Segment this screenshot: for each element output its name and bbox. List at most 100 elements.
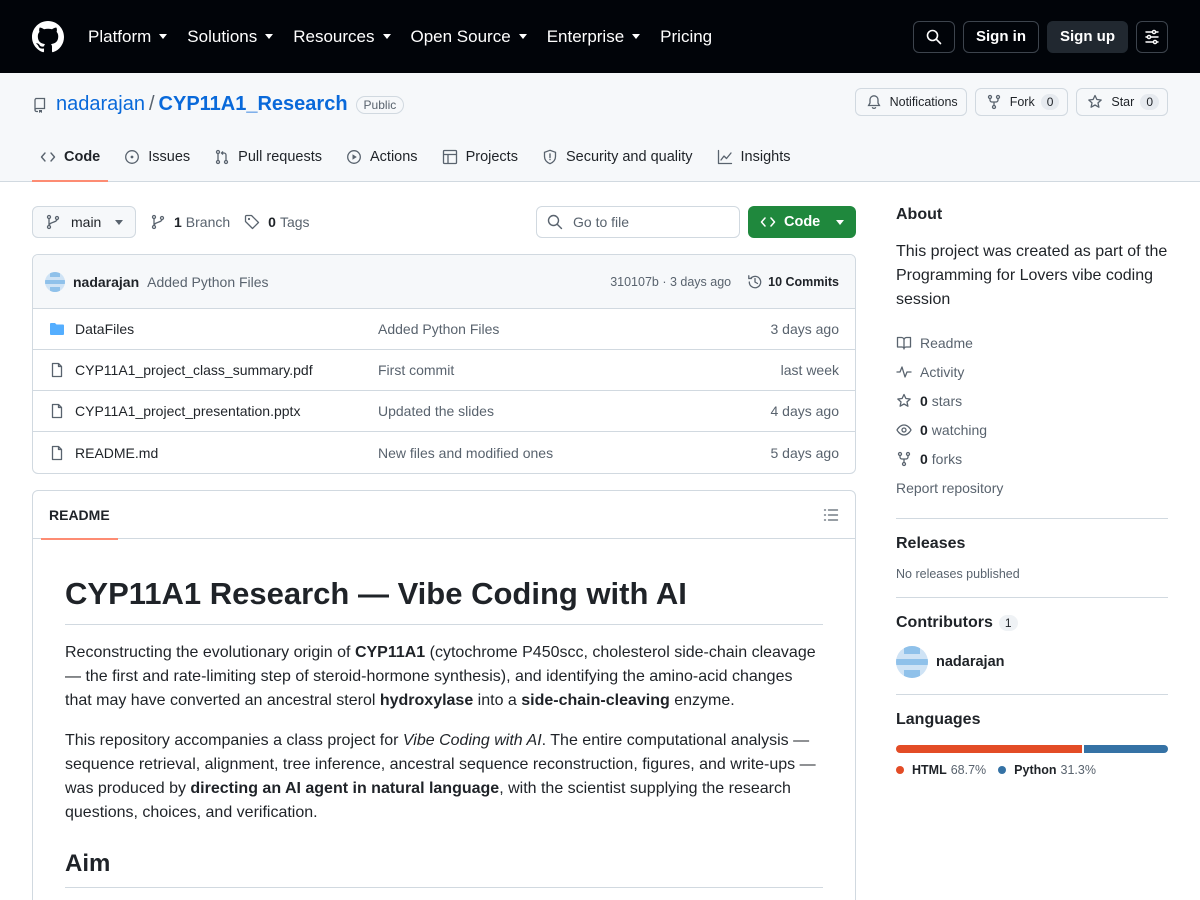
watching-label: watching bbox=[931, 421, 988, 438]
file-commit-message[interactable]: Updated the slides bbox=[378, 403, 494, 419]
commit-author[interactable]: nadarajan bbox=[73, 274, 139, 290]
nav-enterprise[interactable]: Enterprise bbox=[547, 27, 641, 47]
chevron-down-icon bbox=[265, 34, 274, 39]
sign-up-button[interactable]: Sign up bbox=[1047, 20, 1128, 53]
file-row[interactable]: DataFiles Added Python Files 3 days ago bbox=[33, 309, 855, 350]
file-name-cell[interactable]: CYP11A1_project_class_summary.pdf bbox=[49, 362, 378, 378]
file-commit-message[interactable]: First commit bbox=[378, 362, 454, 378]
file-name[interactable]: DataFiles bbox=[75, 321, 134, 337]
tab-issues[interactable]: Issues bbox=[116, 133, 198, 181]
sliders-icon bbox=[1145, 29, 1159, 44]
avatar[interactable] bbox=[45, 271, 65, 292]
releases-title[interactable]: Releases bbox=[896, 535, 1168, 553]
text-run: enzyme. bbox=[669, 691, 735, 709]
contributor-name[interactable]: nadarajan bbox=[936, 654, 1005, 670]
contributors-title[interactable]: Contributors 1 bbox=[896, 614, 1168, 632]
file-name[interactable]: README.md bbox=[75, 445, 158, 461]
tab-insights-label: Insights bbox=[740, 149, 791, 165]
file-commit-message[interactable]: New files and modified ones bbox=[378, 445, 553, 461]
commits-link[interactable]: 10 Commits bbox=[747, 274, 839, 290]
readme-link[interactable]: Readme bbox=[896, 328, 1168, 357]
settings-menu-button[interactable] bbox=[1136, 20, 1168, 53]
branches-link[interactable]: 1 Branch bbox=[150, 214, 230, 230]
commit-hash-time[interactable]: 310107b · 3 days ago bbox=[610, 275, 731, 289]
avatar[interactable] bbox=[896, 646, 928, 678]
tab-actions-label: Actions bbox=[370, 149, 418, 165]
file-icon bbox=[51, 445, 63, 460]
file-name[interactable]: CYP11A1_project_class_summary.pdf bbox=[75, 362, 313, 378]
file-commit-date: 5 days ago bbox=[770, 444, 840, 461]
file-name-cell[interactable]: CYP11A1_project_presentation.pptx bbox=[49, 403, 378, 419]
language-item-python[interactable]: Python 31.3% bbox=[998, 763, 1096, 777]
tab-code[interactable]: Code bbox=[32, 133, 109, 182]
file-commit-date: 4 days ago bbox=[770, 403, 840, 419]
star-icon bbox=[1088, 94, 1103, 108]
code-button-label: Code bbox=[784, 214, 821, 230]
forks-link[interactable]: 0 forks bbox=[896, 444, 1168, 473]
readme-paragraph: This repository accompanies a class proj… bbox=[65, 729, 823, 825]
bold-text: directing an AI agent in natural languag… bbox=[190, 779, 500, 797]
tab-pull-requests[interactable]: Pull requests bbox=[206, 133, 330, 181]
tab-security[interactable]: Security and quality bbox=[534, 133, 701, 181]
about-title: About bbox=[896, 206, 943, 223]
sign-in-button[interactable]: Sign in bbox=[963, 20, 1039, 53]
fork-button[interactable]: Fork 0 bbox=[974, 88, 1069, 116]
report-repository-link[interactable]: Report repository bbox=[896, 473, 1168, 502]
tab-readme[interactable]: README bbox=[41, 491, 118, 540]
nav-resources[interactable]: Resources bbox=[293, 27, 391, 47]
language-item-html[interactable]: HTML 68.7% bbox=[896, 763, 986, 777]
search-button[interactable] bbox=[913, 20, 955, 53]
tab-insights[interactable]: Insights bbox=[709, 133, 799, 181]
pulse-icon bbox=[896, 365, 912, 378]
code-dropdown-button[interactable]: Code bbox=[748, 206, 856, 238]
nav-open-source[interactable]: Open Source bbox=[411, 27, 527, 47]
language-percent: 31.3% bbox=[1060, 763, 1096, 777]
branch-select-button[interactable]: main bbox=[32, 206, 136, 238]
tab-pull-requests-label: Pull requests bbox=[238, 149, 322, 165]
branch-count: 1 bbox=[174, 214, 182, 230]
branch-label: Branch bbox=[185, 214, 231, 230]
text-run: This repository accompanies a class proj… bbox=[65, 731, 403, 749]
releases-title-label: Releases bbox=[896, 535, 966, 552]
nav-solutions[interactable]: Solutions bbox=[187, 27, 274, 47]
tab-issues-label: Issues bbox=[148, 149, 191, 165]
star-button[interactable]: Star 0 bbox=[1076, 88, 1168, 116]
repo-owner-link[interactable]: nadarajan bbox=[56, 93, 145, 116]
shield-icon bbox=[543, 149, 557, 165]
github-logo-icon[interactable] bbox=[32, 20, 64, 53]
file-row[interactable]: CYP11A1_project_class_summary.pdf First … bbox=[33, 350, 855, 391]
notifications-label: Notifications bbox=[889, 95, 958, 109]
readme-link-label: Readme bbox=[920, 334, 973, 351]
file-row[interactable]: CYP11A1_project_presentation.pptx Update… bbox=[33, 391, 855, 432]
tab-projects[interactable]: Projects bbox=[434, 133, 526, 181]
chevron-down-icon bbox=[836, 219, 844, 225]
chevron-down-icon bbox=[159, 34, 168, 39]
history-icon bbox=[748, 274, 762, 288]
repo-nav: Code Issues Pull requests Actions Projec… bbox=[32, 133, 806, 182]
file-name-cell[interactable]: DataFiles bbox=[49, 321, 378, 337]
notifications-button[interactable]: Notifications bbox=[854, 88, 967, 116]
file-row[interactable]: README.md New files and modified ones 5 … bbox=[33, 432, 855, 473]
nav-platform[interactable]: Platform bbox=[88, 27, 168, 47]
repo-header: nadarajan / CYP11A1_Research Public Noti… bbox=[0, 73, 1200, 182]
watching-link[interactable]: 0 watching bbox=[896, 415, 1168, 444]
contributor-item[interactable]: nadarajan bbox=[896, 646, 1168, 678]
text-run: Reconstructing the evolutionary origin o… bbox=[65, 643, 355, 661]
stars-link[interactable]: 0 stars bbox=[896, 386, 1168, 415]
file-name[interactable]: CYP11A1_project_presentation.pptx bbox=[75, 403, 300, 419]
bold-text: side-chain-cleaving bbox=[521, 691, 670, 709]
file-name-cell[interactable]: README.md bbox=[49, 445, 378, 461]
contributors-count: 1 bbox=[998, 615, 1018, 631]
nav-pricing[interactable]: Pricing bbox=[660, 27, 712, 47]
readme-header: README bbox=[33, 491, 855, 540]
activity-link[interactable]: Activity bbox=[896, 357, 1168, 386]
commit-message[interactable]: Added Python Files bbox=[147, 274, 268, 290]
text-run: into a bbox=[473, 691, 522, 709]
languages-title-label: Languages bbox=[896, 711, 981, 728]
file-commit-message[interactable]: Added Python Files bbox=[378, 321, 499, 337]
tags-link[interactable]: 0 Tags bbox=[244, 214, 310, 230]
repo-name-link[interactable]: CYP11A1_Research bbox=[159, 93, 348, 116]
list-outline-icon[interactable] bbox=[823, 507, 839, 523]
tab-actions[interactable]: Actions bbox=[338, 133, 426, 181]
go-to-file-input[interactable]: Go to file bbox=[536, 206, 740, 238]
